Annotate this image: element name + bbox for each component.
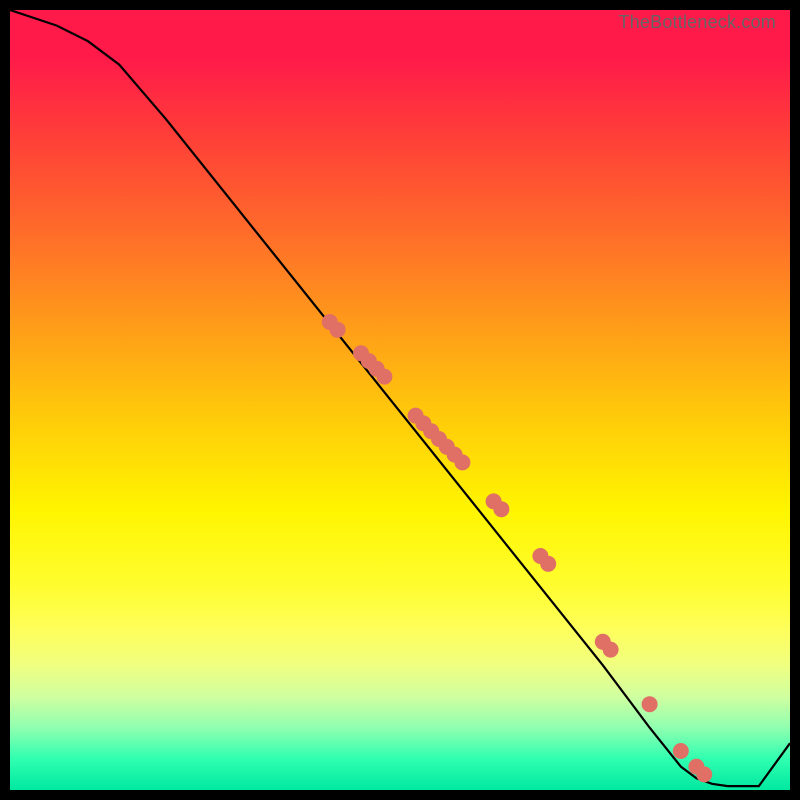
data-point: [696, 766, 712, 782]
chart-overlay-svg: [10, 10, 790, 790]
data-point: [439, 439, 455, 455]
data-point: [361, 353, 377, 369]
data-point: [493, 501, 509, 517]
data-point: [353, 345, 369, 361]
data-point: [322, 314, 338, 330]
plot-area: TheBottleneck.com: [10, 10, 790, 790]
data-point: [688, 759, 704, 775]
data-point: [603, 642, 619, 658]
data-point: [431, 431, 447, 447]
scatter-dots: [322, 314, 712, 782]
data-point: [447, 447, 463, 463]
data-point: [369, 361, 385, 377]
data-point: [423, 423, 439, 439]
data-point: [415, 415, 431, 431]
data-point: [454, 454, 470, 470]
bottleneck-curve: [10, 10, 790, 786]
data-point: [376, 369, 392, 385]
data-point: [673, 743, 689, 759]
data-point: [540, 556, 556, 572]
data-point: [330, 322, 346, 338]
data-point: [642, 696, 658, 712]
data-point: [408, 408, 424, 424]
data-point: [595, 634, 611, 650]
watermark-label: TheBottleneck.com: [619, 12, 776, 33]
data-point: [532, 548, 548, 564]
chart-container: TheBottleneck.com: [0, 0, 800, 800]
data-point: [486, 493, 502, 509]
